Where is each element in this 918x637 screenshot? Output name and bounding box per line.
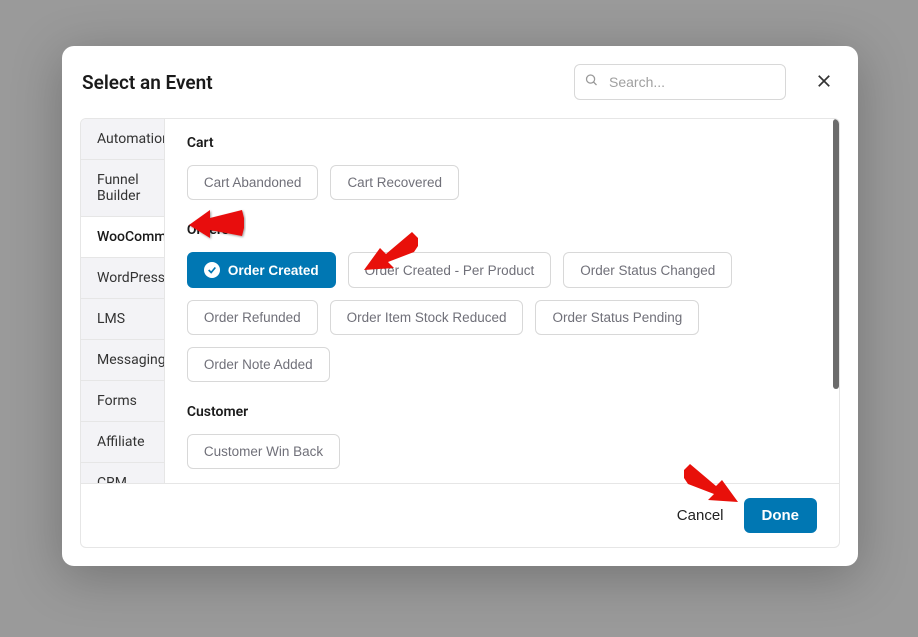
sidebar-item-label: Affiliate: [97, 434, 145, 450]
sidebar: Automations Funnel Builder WooCommerce W…: [81, 119, 165, 483]
pill-label: Cart Recovered: [347, 175, 442, 190]
close-button[interactable]: [810, 68, 838, 96]
modal-body: Automations Funnel Builder WooCommerce W…: [80, 118, 840, 483]
sidebar-item-automations[interactable]: Automations: [81, 119, 164, 160]
search-input[interactable]: [574, 64, 786, 100]
content-scrollbar[interactable]: [833, 119, 839, 389]
check-icon: [204, 262, 220, 278]
event-order-note-added[interactable]: Order Note Added: [187, 347, 330, 382]
section-title-orders: Orders: [187, 222, 817, 238]
modal-title: Select an Event: [82, 71, 213, 94]
pill-label: Cart Abandoned: [204, 175, 302, 190]
sidebar-item-label: Forms: [97, 393, 137, 409]
close-icon: [815, 72, 833, 93]
sidebar-item-label: WordPress: [97, 270, 165, 286]
cancel-button[interactable]: Cancel: [677, 507, 724, 524]
sidebar-item-label: Messaging: [97, 352, 165, 368]
event-cart-recovered[interactable]: Cart Recovered: [330, 165, 459, 200]
section-title-cart: Cart: [187, 135, 817, 151]
modal-header: Select an Event: [62, 46, 858, 118]
pill-label: Order Status Pending: [552, 310, 682, 325]
sidebar-item-lms[interactable]: LMS: [81, 299, 164, 340]
event-order-status-pending[interactable]: Order Status Pending: [535, 300, 699, 335]
sidebar-item-label: WooCommerce: [97, 229, 165, 245]
done-button[interactable]: Done: [744, 498, 818, 533]
sidebar-item-crm[interactable]: CRM: [81, 463, 164, 483]
sidebar-item-woocommerce[interactable]: WooCommerce: [81, 217, 165, 258]
sidebar-item-messaging[interactable]: Messaging: [81, 340, 164, 381]
event-order-status-changed[interactable]: Order Status Changed: [563, 252, 732, 288]
pill-row-cart: Cart Abandoned Cart Recovered: [187, 165, 817, 200]
event-order-refunded[interactable]: Order Refunded: [187, 300, 318, 335]
sidebar-item-label: Automations: [97, 131, 165, 147]
pill-label: Customer Win Back: [204, 444, 323, 459]
pill-label: Order Refunded: [204, 310, 301, 325]
event-order-created[interactable]: Order Created: [187, 252, 336, 288]
section-title-customer: Customer: [187, 404, 817, 420]
sidebar-item-forms[interactable]: Forms: [81, 381, 164, 422]
content-panel: Cart Cart Abandoned Cart Recovered Order…: [165, 119, 839, 483]
pill-row-customer: Customer Win Back: [187, 434, 817, 469]
sidebar-item-label: Funnel Builder: [97, 172, 140, 204]
sidebar-item-label: LMS: [97, 311, 125, 327]
pill-label: Order Created - Per Product: [365, 263, 535, 278]
event-customer-win-back[interactable]: Customer Win Back: [187, 434, 340, 469]
event-cart-abandoned[interactable]: Cart Abandoned: [187, 165, 319, 200]
pill-label: Order Item Stock Reduced: [347, 310, 507, 325]
pill-row-orders: Order Created Order Created - Per Produc…: [187, 252, 817, 382]
event-order-item-stock-reduced[interactable]: Order Item Stock Reduced: [330, 300, 524, 335]
sidebar-item-funnel-builder[interactable]: Funnel Builder: [81, 160, 164, 217]
event-order-created-per-product[interactable]: Order Created - Per Product: [348, 252, 552, 288]
modal-footer: Cancel Done: [80, 483, 840, 548]
sidebar-item-label: CRM: [97, 475, 127, 483]
pill-label: Order Status Changed: [580, 263, 715, 278]
sidebar-item-affiliate[interactable]: Affiliate: [81, 422, 164, 463]
pill-label: Order Note Added: [204, 357, 313, 372]
pill-label: Order Created: [228, 263, 319, 278]
search-wrap: [574, 64, 786, 100]
select-event-modal: Select an Event Automations Funnel Build…: [62, 46, 858, 566]
sidebar-item-wordpress[interactable]: WordPress: [81, 258, 164, 299]
